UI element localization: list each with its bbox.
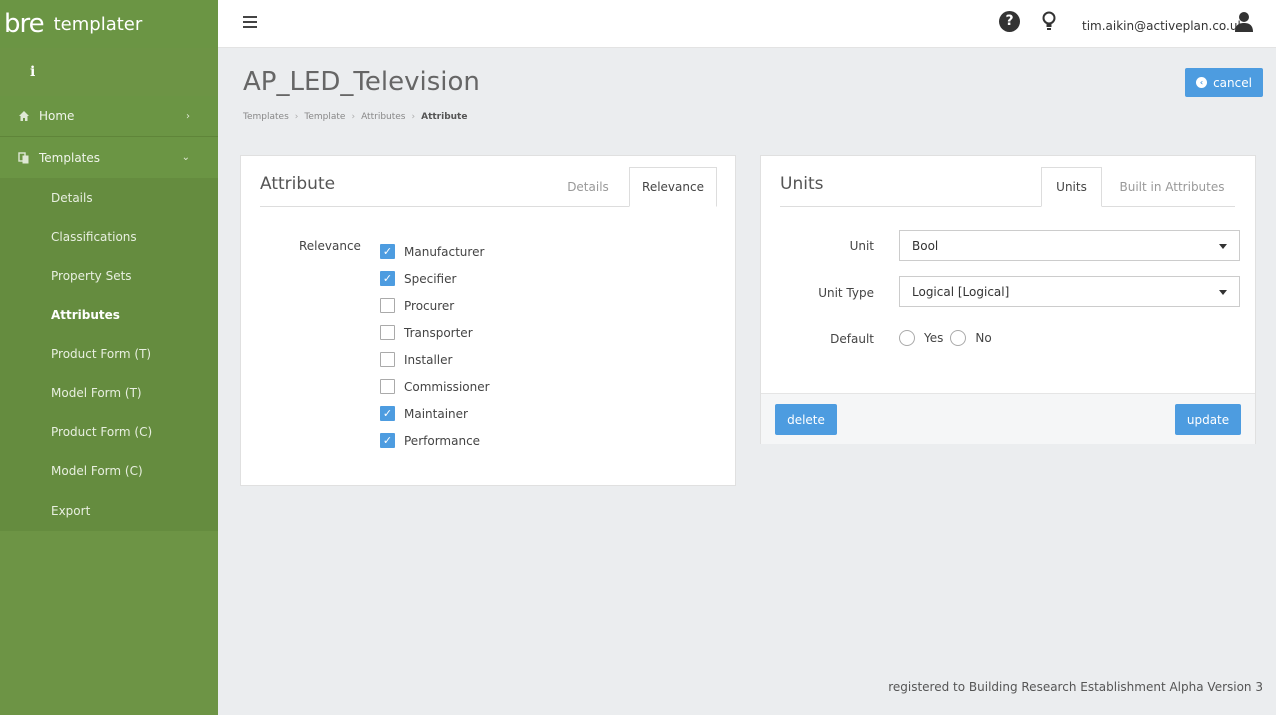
breadcrumb-attribute: Attribute <box>421 112 468 122</box>
sidebar-item-product-form-t[interactable]: Product Form (T) <box>0 334 218 373</box>
relevance-option[interactable]: ✓ Maintainer <box>380 400 490 427</box>
default-yes-label[interactable]: Yes <box>924 331 943 345</box>
relevance-option[interactable]: ✓ Performance <box>380 427 490 454</box>
relevance-option-label: Manufacturer <box>404 244 485 259</box>
relevance-option-label: Performance <box>404 433 481 448</box>
unit-select[interactable]: Bool <box>899 230 1240 261</box>
default-no-radio[interactable] <box>950 330 967 346</box>
default-no-label[interactable]: No <box>975 331 991 345</box>
relevance-option-label: Procurer <box>404 298 455 313</box>
menu-toggle-icon[interactable] <box>243 16 257 28</box>
cancel-button-label: cancel <box>1213 75 1252 90</box>
sidebar: bre templater i Home › Templates ⌄ Detai… <box>0 0 218 715</box>
page-title: AP_LED_Television <box>243 67 480 97</box>
delete-button[interactable]: delete <box>775 404 837 435</box>
checkbox-transporter[interactable] <box>380 325 395 340</box>
chevron-right-icon: › <box>186 110 190 122</box>
caret-down-icon <box>1219 244 1227 249</box>
relevance-option-label: Maintainer <box>404 406 468 421</box>
unit-type-select[interactable]: Logical [Logical] <box>899 276 1240 307</box>
relevance-option-label: Installer <box>404 352 453 367</box>
relevance-option[interactable]: Procurer <box>380 292 490 319</box>
sidebar-item-details[interactable]: Details <box>0 178 218 217</box>
copy-icon <box>18 151 30 164</box>
templates-subnav: Details Classifications Property Sets At… <box>0 178 218 531</box>
attribute-panel: Attribute Details Relevance Relevance ✓ M… <box>240 155 736 486</box>
back-circle-icon: ‹ <box>1196 77 1208 88</box>
units-panel-footer: delete update <box>761 393 1255 444</box>
lightbulb-icon[interactable] <box>1042 11 1056 36</box>
user-icon[interactable] <box>1234 11 1254 36</box>
relevance-option-label: Commissioner <box>404 379 490 394</box>
relevance-option[interactable]: Installer <box>380 346 490 373</box>
default-radio-group: Yes No <box>899 330 999 346</box>
unit-select-value: Bool <box>912 238 939 253</box>
relevance-option[interactable]: ✓ Manufacturer <box>380 238 490 265</box>
breadcrumb-template[interactable]: Template <box>304 112 345 122</box>
sidebar-item-product-form-c[interactable]: Product Form (C) <box>0 412 218 451</box>
relevance-option[interactable]: Commissioner <box>380 373 490 400</box>
checkbox-specifier[interactable]: ✓ <box>380 271 395 286</box>
top-bar: ? tim.aikin@activeplan.co.uk <box>218 0 1276 48</box>
unit-type-select-value: Logical [Logical] <box>912 284 1010 299</box>
units-panel: Units Units Built in Attributes Unit Boo… <box>760 155 1256 444</box>
sidebar-item-templates[interactable]: Templates ⌄ <box>0 137 218 178</box>
bre-logo: bre <box>4 9 45 39</box>
brand[interactable]: bre templater <box>0 0 218 48</box>
sidebar-item-templates-label: Templates <box>39 150 101 165</box>
checkbox-procurer[interactable] <box>380 298 395 313</box>
sidebar-item-attributes[interactable]: Attributes <box>0 295 218 334</box>
info-button[interactable]: i <box>0 48 218 96</box>
units-panel-heading: Units <box>780 174 824 194</box>
relevance-checklist: ✓ Manufacturer ✓ Specifier Procurer Transp… <box>380 238 490 454</box>
update-button[interactable]: update <box>1175 404 1241 435</box>
help-icon[interactable]: ? <box>999 11 1020 32</box>
user-email[interactable]: tim.aikin@activeplan.co.uk <box>1082 19 1244 33</box>
sidebar-item-property-sets[interactable]: Property Sets <box>0 256 218 295</box>
footer-registration: registered to Building Research Establis… <box>888 680 1263 694</box>
attribute-panel-heading: Attribute <box>260 174 336 194</box>
default-label: Default <box>830 332 874 346</box>
sidebar-item-home[interactable]: Home › <box>0 96 218 137</box>
unit-type-label: Unit Type <box>818 286 874 300</box>
default-yes-radio[interactable] <box>899 330 915 346</box>
relevance-option[interactable]: Transporter <box>380 319 490 346</box>
sidebar-item-export[interactable]: Export <box>0 490 218 531</box>
sidebar-item-home-label: Home <box>39 109 75 123</box>
relevance-option[interactable]: ✓ Specifier <box>380 265 490 292</box>
breadcrumb: Templates › Template › Attributes › Attribute <box>243 112 468 122</box>
app-name: templater <box>53 13 143 35</box>
checkbox-commissioner[interactable] <box>380 379 395 394</box>
relevance-label: Relevance <box>299 239 361 253</box>
cancel-button[interactable]: ‹ cancel <box>1185 68 1263 97</box>
breadcrumb-templates[interactable]: Templates <box>243 112 289 122</box>
tab-units[interactable]: Units <box>1041 167 1102 207</box>
chevron-down-icon: ⌄ <box>181 152 190 163</box>
home-icon <box>18 110 30 122</box>
checkbox-installer[interactable] <box>380 352 395 367</box>
checkbox-maintainer[interactable]: ✓ <box>380 406 395 421</box>
unit-label: Unit <box>849 239 874 253</box>
relevance-option-label: Specifier <box>404 271 457 286</box>
relevance-option-label: Transporter <box>404 325 473 340</box>
checkbox-performance[interactable]: ✓ <box>380 433 395 448</box>
sidebar-item-model-form-c[interactable]: Model Form (C) <box>0 451 218 490</box>
sidebar-item-classifications[interactable]: Classifications <box>0 217 218 256</box>
info-icon: i <box>30 64 36 80</box>
sidebar-item-model-form-t[interactable]: Model Form (T) <box>0 373 218 412</box>
checkbox-manufacturer[interactable]: ✓ <box>380 244 395 259</box>
tab-built-in-attributes[interactable]: Built in Attributes <box>1107 167 1237 207</box>
breadcrumb-attributes[interactable]: Attributes <box>361 112 405 122</box>
tab-details[interactable]: Details <box>553 167 623 207</box>
caret-down-icon <box>1219 290 1227 295</box>
tab-relevance[interactable]: Relevance <box>629 167 717 207</box>
